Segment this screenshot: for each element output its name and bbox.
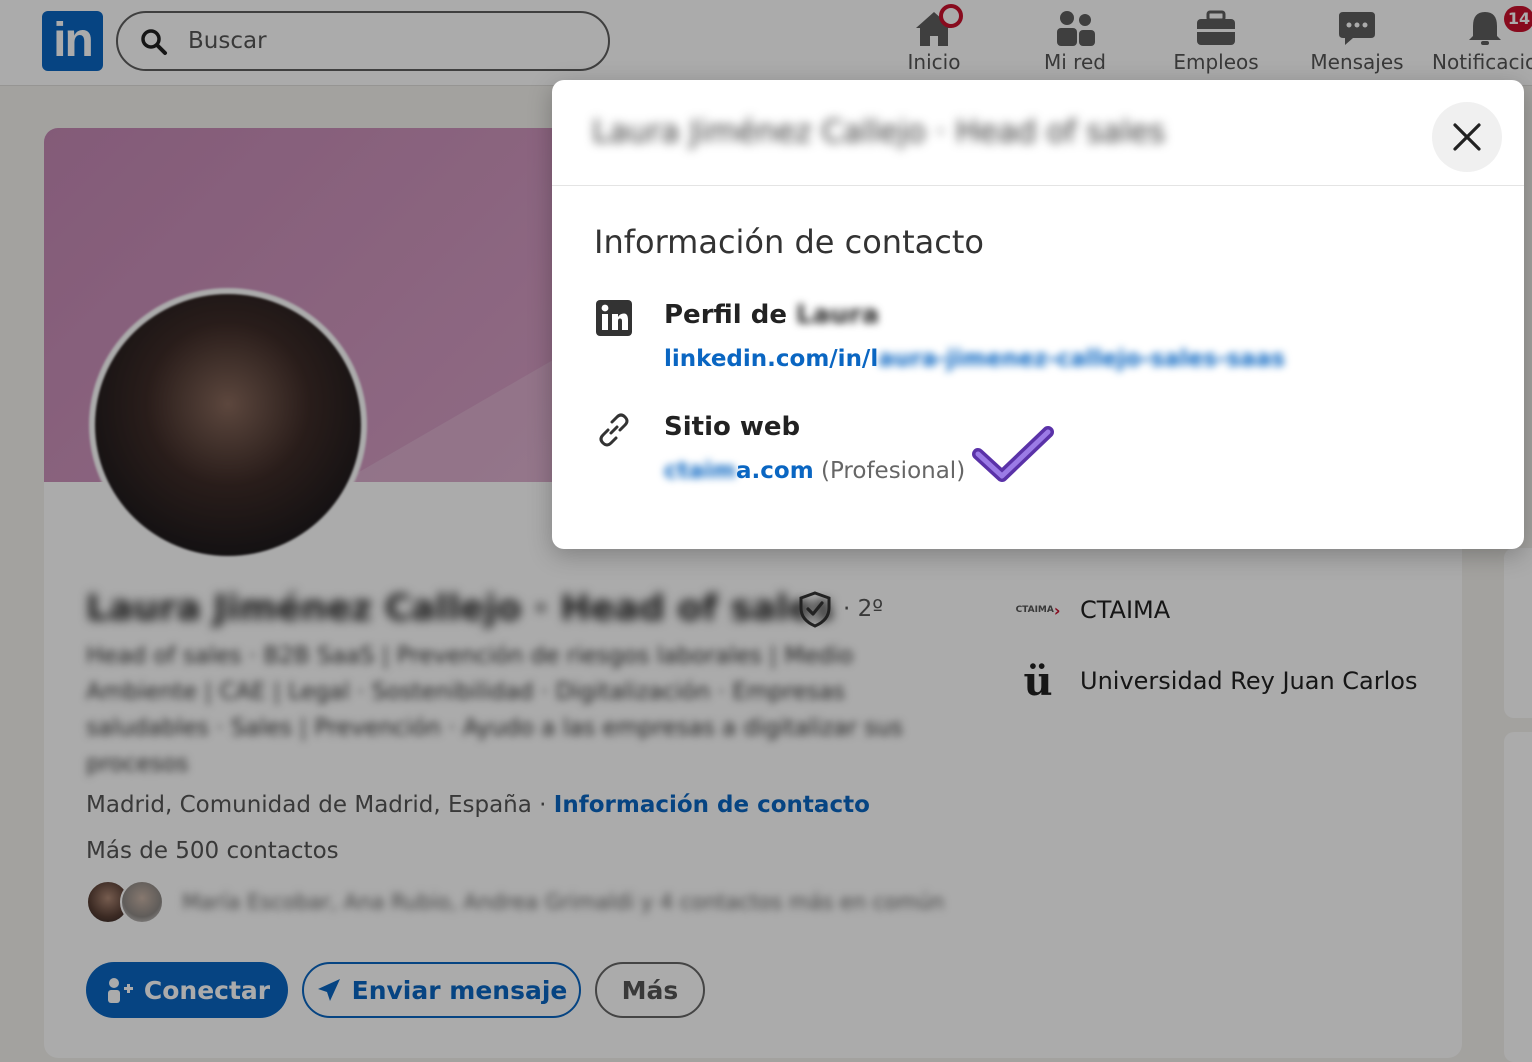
section-title: Información de contacto (594, 223, 984, 261)
close-button[interactable] (1432, 102, 1502, 172)
profile-url-link[interactable]: linkedin.com/in/laura-jimenez-callejo-sa… (664, 346, 1285, 372)
modal-title: Laura Jiménez Callejo · Head of sales (592, 114, 1166, 150)
website-type: (Profesional) (813, 458, 966, 484)
linkedin-icon (596, 300, 632, 336)
link-icon (599, 413, 629, 447)
profile-label: Perfil de Laura (664, 300, 880, 330)
modal-header: Laura Jiménez Callejo · Head of sales (552, 80, 1524, 186)
close-icon (1453, 123, 1481, 151)
website-label: Sitio web (664, 412, 801, 442)
website-link[interactable]: ctaima.com (Profesional) (664, 458, 965, 484)
checkmark-annotation-icon (972, 426, 1054, 482)
